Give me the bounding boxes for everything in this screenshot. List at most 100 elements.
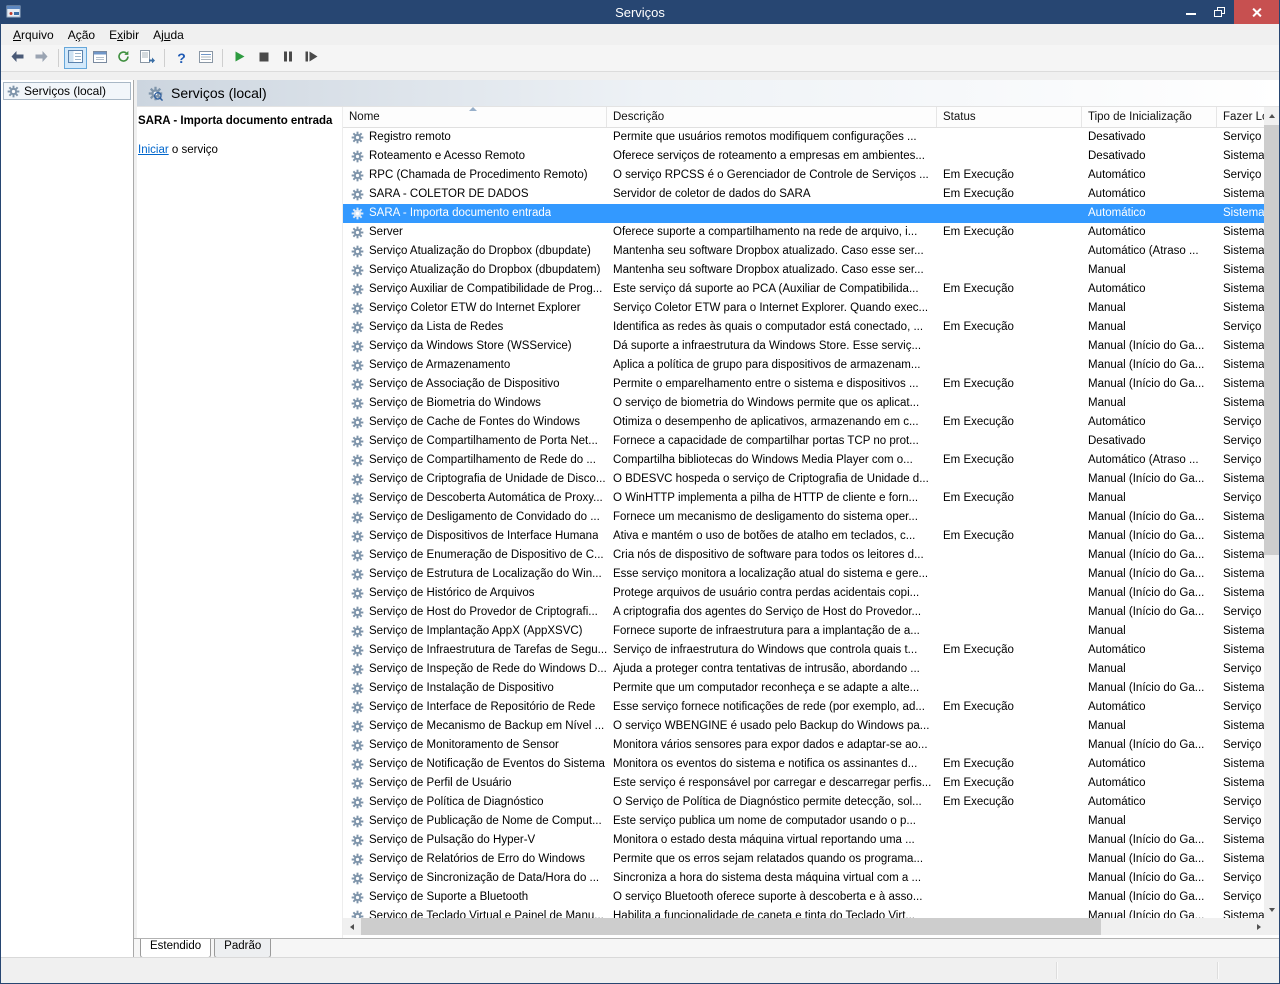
service-status: [937, 622, 1082, 641]
table-row[interactable]: Serviço de Estrutura de Localização do W…: [343, 565, 1267, 584]
service-gear-icon: [351, 283, 364, 296]
table-row[interactable]: Serviço de Compartilhamento de Rede do .…: [343, 451, 1267, 470]
table-row[interactable]: Serviço de Suporte a Bluetooth O serviço…: [343, 888, 1267, 907]
table-row[interactable]: Serviço de Instalação de Dispositivo Per…: [343, 679, 1267, 698]
table-row[interactable]: SARA - COLETOR DE DADOS Servidor de cole…: [343, 185, 1267, 204]
vertical-scroll-thumb[interactable]: [1264, 125, 1279, 555]
table-row[interactable]: Serviço de Enumeração de Dispositivo de …: [343, 546, 1267, 565]
show-console-tree-icon: [68, 50, 83, 66]
menu-item[interactable]: Ajuda: [146, 26, 191, 44]
show-console-tree-button[interactable]: [64, 47, 87, 69]
service-status: Em Execução: [943, 226, 1014, 238]
column-header-nome[interactable]: Nome: [343, 107, 607, 127]
vertical-scrollbar[interactable]: [1264, 107, 1279, 918]
statusbar-separator: [1217, 962, 1218, 979]
scroll-up-button[interactable]: [1264, 107, 1279, 124]
service-status: Em Execução: [943, 169, 1014, 181]
menu-item[interactable]: Arquivo: [6, 26, 61, 44]
menu-item[interactable]: Ação: [61, 26, 102, 44]
scroll-left-button[interactable]: [343, 918, 360, 935]
start-service-button[interactable]: [228, 47, 251, 69]
tree-item-services-local[interactable]: Serviços (local): [3, 82, 131, 100]
horizontal-scroll-thumb[interactable]: [361, 918, 1101, 935]
scrollbar-corner: [1264, 918, 1279, 935]
table-row[interactable]: Serviço de Implantação AppX (AppXSVC) Fo…: [343, 622, 1267, 641]
stop-service-button[interactable]: [252, 47, 275, 69]
column-header-descricao[interactable]: Descrição: [607, 107, 937, 127]
forward-button[interactable]: [30, 47, 53, 69]
service-gear-icon: [351, 872, 364, 885]
table-row[interactable]: Serviço de Host do Provedor de Criptogra…: [343, 603, 1267, 622]
help-button[interactable]: ?: [170, 47, 193, 69]
service-name: Serviço de Host do Provedor de Criptogra…: [369, 606, 598, 618]
tab-estendido[interactable]: Estendido: [140, 939, 212, 958]
service-logon-as: Serviço: [1223, 492, 1262, 504]
table-row[interactable]: Serviço de Mecanismo de Backup em Nível …: [343, 717, 1267, 736]
menu-item[interactable]: Exibir: [102, 26, 146, 44]
start-service-link[interactable]: Iniciar: [138, 144, 169, 156]
table-row[interactable]: Serviço Atualização do Dropbox (dbupdate…: [343, 261, 1267, 280]
service-name: Serviço de Pulsação do Hyper-V: [369, 834, 536, 846]
table-row[interactable]: Serviço da Windows Store (WSService) Dá …: [343, 337, 1267, 356]
service-gear-icon: [351, 321, 364, 334]
back-button[interactable]: [6, 47, 29, 69]
restart-service-button[interactable]: [300, 47, 323, 69]
column-header-fazer-logon[interactable]: Fazer Lo: [1217, 107, 1267, 127]
horizontal-scrollbar[interactable]: [343, 918, 1267, 935]
pause-service-button[interactable]: [276, 47, 299, 69]
table-row[interactable]: RPC (Chamada de Procedimento Remoto) O s…: [343, 166, 1267, 185]
service-description: Permite que um computador reconheça e se…: [613, 682, 920, 694]
column-header-tipo-inicializacao[interactable]: Tipo de Inicialização: [1082, 107, 1217, 127]
close-button[interactable]: [1234, 0, 1279, 24]
table-row[interactable]: Serviço de Dispositivos de Interface Hum…: [343, 527, 1267, 546]
table-row[interactable]: Serviço de Descoberta Automática de Prox…: [343, 489, 1267, 508]
service-status: Em Execução: [943, 188, 1014, 200]
service-status: Em Execução: [943, 492, 1014, 504]
table-row[interactable]: Serviço Coletor ETW do Internet Explorer…: [343, 299, 1267, 318]
table-row[interactable]: Serviço de Inspeção de Rede do Windows D…: [343, 660, 1267, 679]
table-row[interactable]: Serviço de Armazenamento Aplica a políti…: [343, 356, 1267, 375]
table-row[interactable]: Serviço da Lista de Redes Identifica as …: [343, 318, 1267, 337]
toolbar: ?: [1, 45, 1279, 72]
table-row[interactable]: Serviço de Monitoramento de Sensor Monit…: [343, 736, 1267, 755]
service-name: Serviço de Infraestrutura de Tarefas de …: [369, 644, 607, 656]
table-row[interactable]: Serviço de Sincronização de Data/Hora do…: [343, 869, 1267, 888]
table-row[interactable]: Serviço de Publicação de Nome de Comput.…: [343, 812, 1267, 831]
table-row[interactable]: Serviço Atualização do Dropbox (dbupdate…: [343, 242, 1267, 261]
table-row[interactable]: Serviço de Compartilhamento de Porta Net…: [343, 432, 1267, 451]
refresh-button[interactable]: [112, 47, 135, 69]
table-row[interactable]: Server Oferece suporte a compartilhament…: [343, 223, 1267, 242]
table-row[interactable]: Serviço de Cache de Fontes do Windows Ot…: [343, 413, 1267, 432]
table-row[interactable]: Serviço de Associação de Dispositivo Per…: [343, 375, 1267, 394]
column-header-status[interactable]: Status: [937, 107, 1082, 127]
table-row[interactable]: Serviço de Perfil de Usuário Este serviç…: [343, 774, 1267, 793]
table-row[interactable]: Serviço de Criptografia de Unidade de Di…: [343, 470, 1267, 489]
properties-button[interactable]: [88, 47, 111, 69]
table-row[interactable]: Serviço de Desligamento de Convidado do …: [343, 508, 1267, 527]
table-row[interactable]: Serviço de Interface de Repositório de R…: [343, 698, 1267, 717]
scroll-down-button[interactable]: [1264, 901, 1279, 918]
minimize-button[interactable]: [1176, 0, 1205, 24]
export-list-button[interactable]: [136, 47, 159, 69]
service-gear-icon: [351, 359, 364, 372]
tab-padrao[interactable]: Padrão: [214, 939, 272, 958]
table-row[interactable]: Serviço de Teclado Virtual e Painel de M…: [343, 907, 1267, 918]
table-row[interactable]: Registro remoto Permite que usuários rem…: [343, 128, 1267, 147]
table-row[interactable]: Serviço de Notificação de Eventos do Sis…: [343, 755, 1267, 774]
table-row[interactable]: SARA - Importa documento entrada Automát…: [343, 204, 1267, 223]
table-row[interactable]: Roteamento e Acesso Remoto Oferece servi…: [343, 147, 1267, 166]
table-row[interactable]: Serviço de Histórico de Arquivos Protege…: [343, 584, 1267, 603]
table-row[interactable]: Serviço de Pulsação do Hyper-V Monitora …: [343, 831, 1267, 850]
table-row[interactable]: Serviço de Relatórios de Erro do Windows…: [343, 850, 1267, 869]
restore-button[interactable]: [1205, 0, 1234, 24]
table-row[interactable]: Serviço de Biometria do Windows O serviç…: [343, 394, 1267, 413]
view-button[interactable]: [194, 47, 217, 69]
service-status: Em Execução: [943, 701, 1014, 713]
table-row[interactable]: Serviço Auxiliar de Compatibilidade de P…: [343, 280, 1267, 299]
table-row[interactable]: Serviço de Política de Diagnóstico O Ser…: [343, 793, 1267, 812]
service-name: Serviço de Notificação de Eventos do Sis…: [369, 758, 605, 770]
service-startup-type: Manual (Início do Ga...: [1088, 739, 1205, 751]
service-logon-as: Sistema: [1223, 549, 1265, 561]
table-row[interactable]: Serviço de Infraestrutura de Tarefas de …: [343, 641, 1267, 660]
sort-ascending-icon: [469, 107, 477, 111]
